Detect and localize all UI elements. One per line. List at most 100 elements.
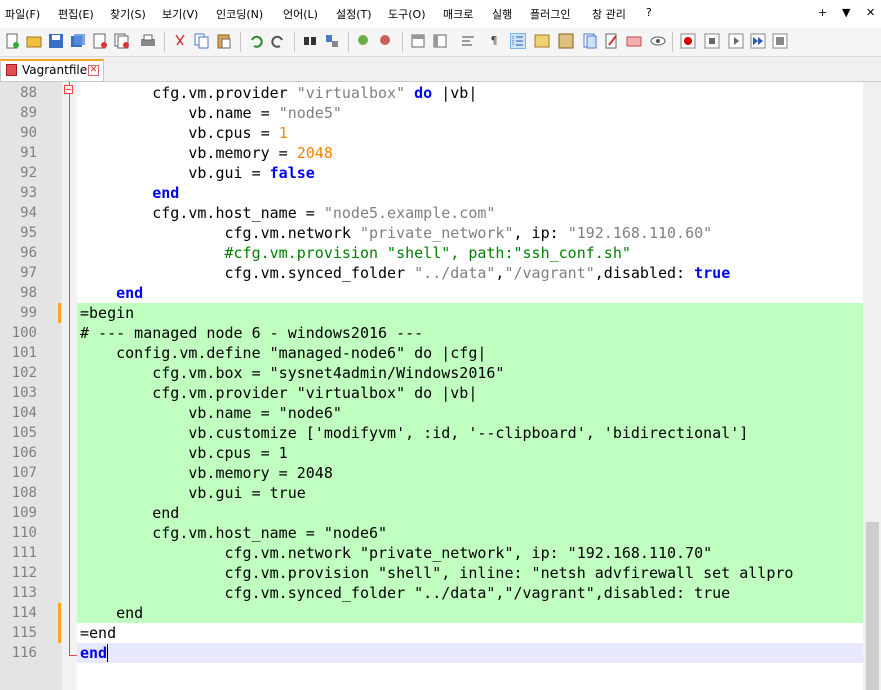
word-wrap-icon[interactable]	[460, 33, 476, 49]
zoom-in-icon[interactable]	[356, 33, 372, 49]
save-icon[interactable]	[48, 33, 64, 49]
code-line[interactable]: end	[80, 183, 179, 203]
line-number: 111	[11, 545, 37, 561]
undo-icon[interactable]	[248, 33, 264, 49]
code-line[interactable]: end	[80, 503, 179, 523]
line-number: 112	[11, 565, 37, 581]
menu-encoding[interactable]: 인코딩(N)	[216, 6, 263, 22]
code-line[interactable]: #cfg.vm.provision "shell", path:"ssh_con…	[80, 243, 631, 263]
fold-toggle-icon[interactable]	[64, 85, 73, 94]
fold-end-mark	[69, 655, 77, 656]
save-all-icon[interactable]	[70, 33, 86, 49]
run-macro-multiple-icon[interactable]	[750, 33, 766, 49]
new-tab-button[interactable]: +	[818, 6, 827, 19]
code-token: "private_network"	[359, 224, 514, 242]
menu-settings[interactable]: 설정(T)	[336, 6, 372, 22]
cut-icon[interactable]	[172, 33, 188, 49]
code-line[interactable]: vb.customize ['modifyvm', :id, '--clipbo…	[80, 423, 748, 443]
line-number: 106	[11, 445, 37, 461]
line-number: 95	[20, 225, 37, 241]
code-line[interactable]: vb.name = "node6"	[80, 403, 342, 423]
code-line[interactable]: vb.cpus = 1	[80, 443, 287, 463]
zoom-out-icon[interactable]	[378, 33, 394, 49]
menu-file[interactable]: 파일(F)	[5, 6, 40, 22]
line-number: 97	[20, 265, 37, 281]
code-line[interactable]: config.vm.define "managed-node6" do |cfg…	[80, 343, 486, 363]
code-line[interactable]: =begin	[80, 303, 134, 323]
menu-edit[interactable]: 편집(E)	[58, 6, 94, 22]
play-macro-icon[interactable]	[728, 33, 744, 49]
code-line[interactable]: cfg.vm.provider "virtualbox" do |vb|	[80, 383, 477, 403]
show-all-chars-icon[interactable]: ¶	[486, 33, 502, 49]
menu-macro[interactable]: 매크로	[443, 6, 473, 22]
close-icon[interactable]: ✕	[88, 65, 99, 76]
code-token: cfg.vm.network	[80, 224, 360, 242]
paste-icon[interactable]	[216, 33, 232, 49]
menu-language[interactable]: 언어(L)	[283, 6, 318, 22]
code-editor[interactable]: 88 cfg.vm.provider "virtualbox" do |vb| 8…	[0, 82, 881, 690]
code-line[interactable]: cfg.vm.box = "sysnet4admin/Windows2016"	[80, 363, 504, 383]
menu-help[interactable]: ?	[646, 6, 652, 19]
open-file-icon[interactable]	[26, 33, 42, 49]
sync-horizontal-icon[interactable]	[432, 33, 448, 49]
code-line[interactable]: =end	[80, 623, 116, 643]
spellcheck-icon[interactable]	[650, 33, 666, 49]
menu-tools[interactable]: 도구(O)	[388, 6, 425, 22]
code-token: "/vagrant"	[504, 264, 595, 282]
folder-workspace-icon[interactable]	[604, 33, 620, 49]
code-token: do	[414, 84, 433, 102]
code-line[interactable]: cfg.vm.network "private_network", ip: "1…	[80, 223, 712, 243]
scrollbar-thumb[interactable]	[866, 522, 879, 690]
language-icon[interactable]	[534, 33, 550, 49]
doc-map-icon[interactable]	[558, 33, 574, 49]
code-line[interactable]: end	[80, 603, 143, 623]
menu-plugins[interactable]: 플러그인	[530, 6, 570, 22]
code-line[interactable]: cfg.vm.synced_folder "../data","/vagrant…	[80, 263, 730, 283]
tab-list-button[interactable]: ▼	[842, 6, 850, 19]
code-line[interactable]: end	[80, 283, 143, 303]
code-line[interactable]: vb.gui = false	[80, 163, 314, 183]
code-token: "node5"	[278, 104, 342, 122]
stop-macro-icon[interactable]	[704, 33, 720, 49]
close-all-icon[interactable]	[114, 33, 130, 49]
change-history-mark	[58, 623, 61, 643]
code-line[interactable]: cfg.vm.provider "virtualbox" do |vb|	[80, 83, 477, 103]
code-line[interactable]: vb.name = "node5"	[80, 103, 342, 123]
tab-vagrantfile[interactable]: Vagrantfile ✕	[0, 59, 104, 81]
code-line[interactable]: vb.gui = true	[80, 483, 305, 503]
sync-vertical-icon[interactable]	[410, 33, 426, 49]
code-line[interactable]: cfg.vm.host_name = "node5.example.com"	[80, 203, 495, 223]
menu-window[interactable]: 창 관리	[592, 6, 626, 22]
code-token: cfg.vm.box = "sysnet4admin/Windows2016"	[80, 364, 505, 382]
function-list-icon[interactable]	[582, 33, 598, 49]
code-line[interactable]: vb.memory = 2048	[80, 143, 333, 163]
code-line[interactable]: cfg.vm.provision "shell", inline: "netsh…	[80, 563, 793, 583]
close-tab-button[interactable]: ✕	[866, 6, 875, 19]
line-number: 99	[20, 305, 37, 321]
save-macro-icon[interactable]	[772, 33, 788, 49]
change-history-mark	[58, 603, 61, 623]
toolbar: ¶	[0, 28, 881, 57]
code-line[interactable]: cfg.vm.synced_folder "../data","/vagrant…	[80, 583, 730, 603]
replace-icon[interactable]	[324, 33, 340, 49]
code-line[interactable]: cfg.vm.host_name = "node6"	[80, 523, 387, 543]
indent-guide-icon[interactable]	[510, 33, 526, 49]
record-macro-icon[interactable]	[680, 33, 696, 49]
menu-run[interactable]: 실행	[492, 6, 512, 22]
menu-search[interactable]: 찾기(S)	[110, 6, 146, 22]
find-icon[interactable]	[302, 33, 318, 49]
menu-view[interactable]: 보기(V)	[162, 6, 198, 22]
code-line[interactable]: vb.cpus = 1	[80, 123, 287, 143]
copy-icon[interactable]	[194, 33, 210, 49]
monitoring-icon[interactable]	[626, 33, 642, 49]
code-line[interactable]: # --- managed node 6 - windows2016 ---	[80, 323, 423, 343]
code-line[interactable]: end	[80, 643, 107, 663]
code-line[interactable]: cfg.vm.network "private_network", ip: "1…	[80, 543, 712, 563]
code-line[interactable]: vb.memory = 2048	[80, 463, 333, 483]
redo-icon[interactable]	[270, 33, 286, 49]
new-file-icon[interactable]	[4, 33, 20, 49]
close-icon[interactable]	[92, 33, 108, 49]
line-number: 104	[11, 405, 37, 421]
print-icon[interactable]	[140, 33, 156, 49]
